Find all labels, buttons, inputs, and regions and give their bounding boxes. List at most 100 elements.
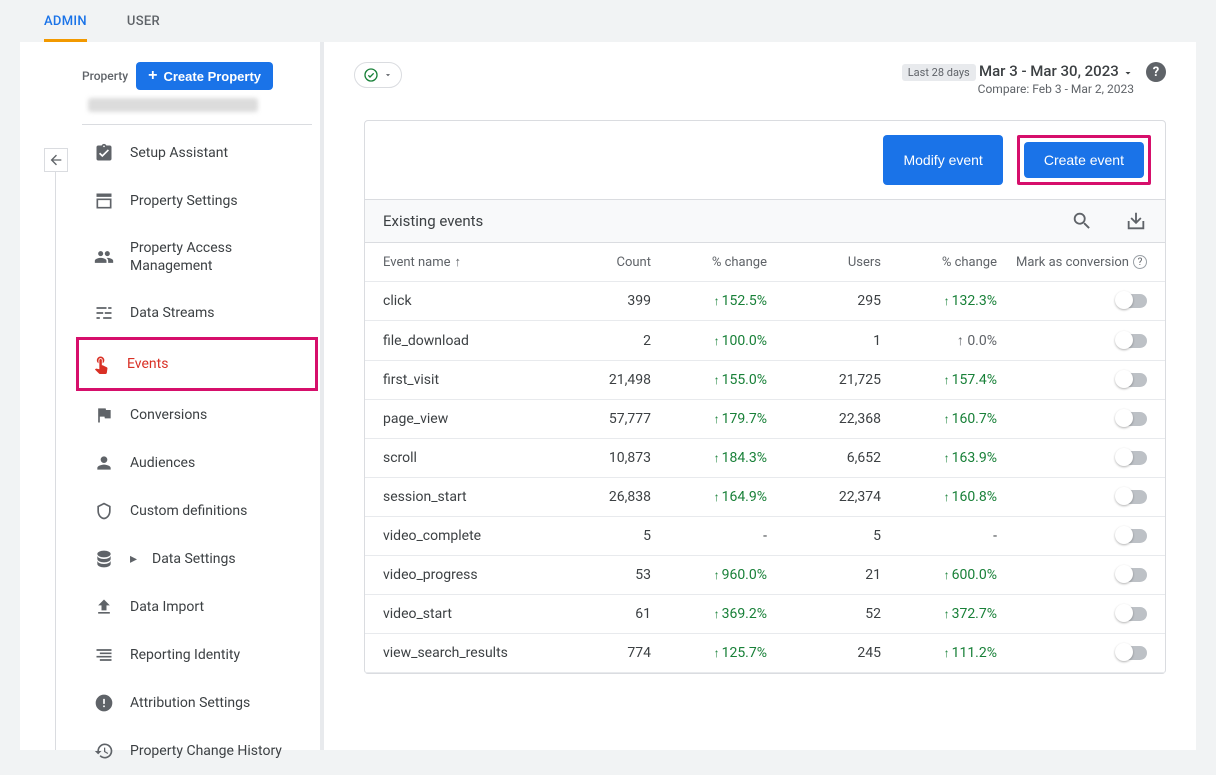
create-property-label: Create Property xyxy=(163,69,261,84)
date-preset-badge: Last 28 days xyxy=(902,64,976,81)
event-users: 5 xyxy=(773,528,893,544)
sidebar-item-label: Property Access Management xyxy=(130,239,300,275)
event-name[interactable]: video_progress xyxy=(383,567,583,583)
sidebar-item-property-settings[interactable]: Property Settings xyxy=(82,177,312,225)
conversion-toggle[interactable] xyxy=(1117,373,1147,387)
event-name[interactable]: first_visit xyxy=(383,372,583,388)
sidebar-item-label: Custom definitions xyxy=(130,502,247,520)
conversion-toggle[interactable] xyxy=(1117,607,1147,621)
events-table: Event name↑ Count % change Users % chang… xyxy=(365,243,1165,673)
users-change: 160.8% xyxy=(893,489,1003,505)
conversion-toggle[interactable] xyxy=(1117,529,1147,543)
conversion-toggle[interactable] xyxy=(1117,334,1147,348)
upload-icon xyxy=(94,597,114,617)
table-row: video_start61369.2%52372.7% xyxy=(365,595,1165,634)
modify-event-button[interactable]: Modify event xyxy=(883,135,1002,185)
event-count: 26,838 xyxy=(583,489,663,505)
sidebar-item-data-settings[interactable]: ▸Data Settings xyxy=(82,535,312,583)
sidebar-item-property-access-management[interactable]: Property Access Management xyxy=(82,225,312,289)
custom-def-icon xyxy=(94,501,114,521)
conversion-toggle[interactable] xyxy=(1117,490,1147,504)
sidebar-item-label: Data Import xyxy=(130,598,204,616)
event-name[interactable]: video_start xyxy=(383,606,583,622)
sidebar-item-attribution-settings[interactable]: Attribution Settings xyxy=(82,679,312,727)
event-users: 295 xyxy=(773,293,893,309)
col-count[interactable]: Count xyxy=(583,255,663,270)
table-row: view_search_results774125.7%245111.2% xyxy=(365,634,1165,673)
sidebar-item-audiences[interactable]: Audiences xyxy=(82,439,312,487)
col-change-count[interactable]: % change xyxy=(663,255,773,270)
sidebar-item-reporting-identity[interactable]: Reporting Identity xyxy=(82,631,312,679)
sidebar-item-label: Reporting Identity xyxy=(130,646,240,664)
main-panel: Last 28 days Mar 3 - Mar 30, 2023 Compar… xyxy=(320,42,1196,750)
col-users[interactable]: Users xyxy=(773,255,893,270)
sidebar-item-events[interactable]: Events xyxy=(76,337,318,391)
sidebar-item-setup-assistant[interactable]: Setup Assistant xyxy=(82,129,312,177)
create-event-button[interactable]: Create event xyxy=(1024,142,1144,178)
vertical-line xyxy=(55,172,56,750)
date-range-text: Mar 3 - Mar 30, 2023 xyxy=(979,62,1119,80)
event-count: 5 xyxy=(583,528,663,544)
sidebar-item-data-import[interactable]: Data Import xyxy=(82,583,312,631)
conversion-toggle[interactable] xyxy=(1117,412,1147,426)
users-change: 372.7% xyxy=(893,606,1003,622)
count-change: 100.0% xyxy=(663,333,773,349)
create-property-button[interactable]: + Create Property xyxy=(136,62,273,90)
compare-range-text: Compare: Feb 3 - Mar 2, 2023 xyxy=(902,82,1134,96)
event-users: 1 xyxy=(773,333,893,349)
create-event-highlight: Create event xyxy=(1017,135,1151,185)
event-count: 21,498 xyxy=(583,372,663,388)
event-users: 52 xyxy=(773,606,893,622)
conversion-toggle[interactable] xyxy=(1117,294,1147,308)
sidebar-item-data-streams[interactable]: Data Streams xyxy=(82,289,312,337)
tab-user[interactable]: USER xyxy=(127,0,160,42)
event-users: 6,652 xyxy=(773,450,893,466)
users-change: ↑ 0.0% xyxy=(893,332,1003,349)
users-change: 132.3% xyxy=(893,293,1003,309)
stream-icon xyxy=(94,303,114,323)
col-change-users[interactable]: % change xyxy=(893,255,1003,270)
count-change: 155.0% xyxy=(663,372,773,388)
help-tooltip-icon[interactable]: ? xyxy=(1133,255,1147,269)
sidebar-item-label: Audiences xyxy=(130,454,195,472)
back-button[interactable] xyxy=(44,148,68,172)
property-name-redacted xyxy=(88,98,258,112)
event-name[interactable]: session_start xyxy=(383,489,583,505)
event-name[interactable]: video_complete xyxy=(383,528,583,544)
dropdown-icon xyxy=(383,70,393,80)
event-count: 61 xyxy=(583,606,663,622)
tab-admin[interactable]: ADMIN xyxy=(44,0,87,42)
clipboard-check-icon xyxy=(94,143,114,163)
sort-asc-icon: ↑ xyxy=(455,255,462,270)
database-icon xyxy=(94,549,114,569)
sidebar-item-label: Attribution Settings xyxy=(130,694,250,712)
conversion-toggle[interactable] xyxy=(1117,451,1147,465)
events-card: Modify event Create event Existing event… xyxy=(364,120,1166,674)
sidebar-item-custom-definitions[interactable]: Custom definitions xyxy=(82,487,312,535)
help-icon[interactable]: ? xyxy=(1146,62,1166,82)
sidebar-item-label: Setup Assistant xyxy=(130,144,228,162)
count-change: 164.9% xyxy=(663,489,773,505)
search-icon[interactable] xyxy=(1071,210,1093,232)
sidebar-item-label: Property Settings xyxy=(130,192,238,210)
people-icon xyxy=(94,247,114,267)
sidebar-item-conversions[interactable]: Conversions xyxy=(82,391,312,439)
conversion-toggle[interactable] xyxy=(1117,568,1147,582)
table-row: session_start26,838164.9%22,374160.8% xyxy=(365,478,1165,517)
table-row: page_view57,777179.7%22,368160.7% xyxy=(365,400,1165,439)
event-users: 21,725 xyxy=(773,372,893,388)
event-name[interactable]: view_search_results xyxy=(383,645,583,661)
history-icon xyxy=(94,741,114,761)
conversion-toggle[interactable] xyxy=(1117,646,1147,660)
sidebar-item-property-change-history[interactable]: Property Change History xyxy=(82,727,312,775)
event-name[interactable]: page_view xyxy=(383,411,583,427)
col-event-name[interactable]: Event name↑ xyxy=(383,254,583,270)
event-name[interactable]: click xyxy=(383,293,583,309)
event-name[interactable]: file_download xyxy=(383,333,583,349)
status-chip[interactable] xyxy=(354,62,402,88)
date-range-selector[interactable]: Last 28 days Mar 3 - Mar 30, 2023 xyxy=(902,62,1134,80)
event-name[interactable]: scroll xyxy=(383,450,583,466)
table-row: video_complete5-5- xyxy=(365,517,1165,556)
users-change: 600.0% xyxy=(893,567,1003,583)
download-icon[interactable] xyxy=(1125,210,1147,232)
